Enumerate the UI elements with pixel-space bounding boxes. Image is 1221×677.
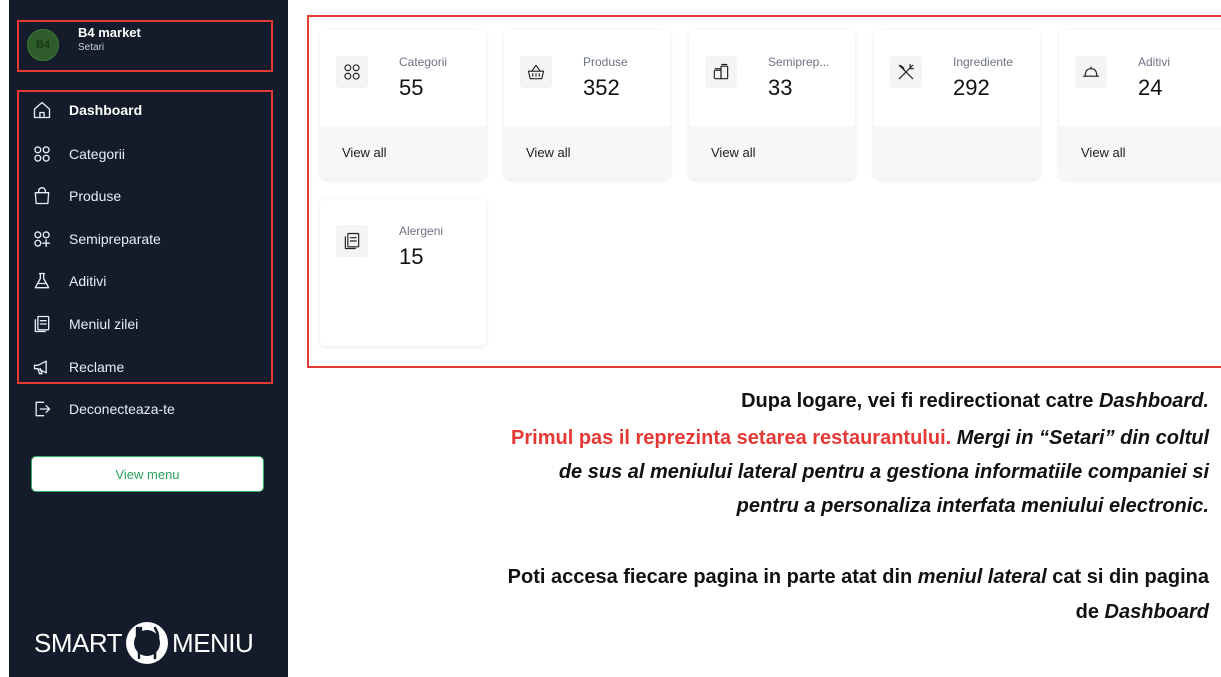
- avatar[interactable]: B4: [27, 29, 59, 61]
- instruction-line: pentru a personaliza interfata meniului …: [309, 491, 1209, 522]
- card-ingrediente: Ingrediente 292: [874, 30, 1040, 179]
- instruction-line: de Dashboard: [309, 597, 1209, 628]
- text-segment: Mergi in “Setari” din coltul: [956, 427, 1209, 449]
- cloche-icon: [1075, 56, 1107, 88]
- flask-icon: [31, 270, 53, 292]
- card-semipreparate: Semiprep... 33 View all: [689, 30, 855, 179]
- text-segment: Primul pas il reprezinta setarea restaur…: [511, 427, 957, 449]
- card-value: 292: [953, 75, 990, 100]
- text-segment: pentru a personaliza interfata meniului …: [736, 495, 1209, 517]
- sidebar-item-label: Produse: [69, 188, 122, 204]
- text-segment: de: [1075, 601, 1105, 623]
- view-all-link[interactable]: View all: [1059, 126, 1221, 179]
- card-value: 55: [399, 75, 424, 100]
- card-label: Categorii: [399, 55, 448, 69]
- grid-plus-icon: [31, 228, 53, 250]
- sidebar-item-label: Categorii: [69, 146, 126, 162]
- sidebar-item-produse[interactable]: Produse: [31, 182, 261, 210]
- card-label: Aditivi: [1138, 55, 1171, 69]
- sidebar-item-semipreparate[interactable]: Semipreparate: [31, 225, 261, 253]
- bag-icon: [31, 185, 53, 207]
- settings-link[interactable]: Setari: [78, 42, 104, 53]
- megaphone-icon: [31, 356, 53, 378]
- sidebar-item-label: Meniul zilei: [69, 316, 139, 332]
- card-alergeni: Alergeni 15: [320, 199, 486, 346]
- logout-label: Deconecteaza-te: [69, 401, 175, 417]
- view-menu-button[interactable]: View menu: [31, 456, 264, 492]
- utensils-icon: [890, 56, 922, 88]
- instruction-line: de sus al meniului lateral pentru a gest…: [309, 457, 1209, 488]
- card-top: [320, 199, 486, 346]
- view-all-link[interactable]: View all: [504, 126, 670, 179]
- logo: SMART MENIU: [34, 618, 254, 668]
- jars-icon: [705, 56, 737, 88]
- card-value: 24: [1138, 75, 1163, 100]
- card-aditivi: Aditivi 24 View all: [1059, 30, 1221, 179]
- grid-icon: [31, 143, 53, 165]
- logout-button[interactable]: Deconecteaza-te: [31, 395, 261, 423]
- sidebar-item-label: Reclame: [69, 359, 125, 375]
- plate-cutlery-icon: [126, 622, 169, 664]
- card-footer: [874, 126, 1040, 179]
- text-segment: Dashboard.: [1098, 390, 1209, 412]
- brand-name[interactable]: B4 market: [78, 25, 141, 40]
- text-segment: Dashboard: [1104, 601, 1209, 623]
- home-icon: [31, 99, 53, 121]
- text-segment: meniul lateral: [917, 566, 1047, 588]
- card-label: Ingrediente: [953, 55, 1014, 69]
- basket-icon: [520, 56, 552, 88]
- logo-text-right: MENIU: [172, 627, 254, 658]
- logout-icon: [31, 398, 53, 420]
- card-label: Semiprep...: [768, 55, 830, 69]
- card-value: 352: [583, 75, 620, 100]
- instruction-line: Poti accesa fiecare pagina in parte atat…: [309, 562, 1209, 593]
- text-segment: Dupa logare, vei fi redirectionat catre: [741, 390, 1099, 412]
- card-value: 33: [768, 75, 793, 100]
- sidebar-item-label: Dashboard: [69, 102, 143, 118]
- sidebar-item-label: Semipreparate: [69, 231, 161, 247]
- sidebar-item-categorii[interactable]: Categorii: [31, 140, 261, 168]
- card-value: 15: [399, 244, 424, 269]
- clipboard-icon: [336, 225, 368, 257]
- card-label: Produse: [583, 55, 628, 69]
- sidebar-item-dashboard[interactable]: Dashboard: [31, 96, 261, 124]
- text-segment: cat si din pagina: [1046, 566, 1209, 588]
- sidebar-item-reclame[interactable]: Reclame: [31, 353, 261, 381]
- card-produse: Produse 352 View all: [504, 30, 670, 179]
- grid-icon: [336, 56, 368, 88]
- view-all-link[interactable]: View all: [320, 126, 486, 179]
- sidebar-item-meniul-zilei[interactable]: Meniul zilei: [31, 310, 261, 338]
- sidebar-item-aditivi[interactable]: Aditivi: [31, 267, 261, 295]
- clipboard-icon: [31, 313, 53, 335]
- instruction-line: Dupa logare, vei fi redirectionat catre …: [309, 386, 1209, 417]
- text-segment: Poti accesa fiecare pagina in parte atat…: [507, 566, 918, 588]
- card-categorii: Categorii 55 View all: [320, 30, 486, 179]
- text-segment: de sus al meniului lateral pentru a gest…: [558, 461, 1209, 483]
- view-all-link[interactable]: View all: [689, 126, 855, 179]
- logo-text-left: SMART: [34, 627, 123, 658]
- card-label: Alergeni: [399, 224, 444, 238]
- instruction-line: Primul pas il reprezinta setarea restaur…: [309, 423, 1209, 454]
- sidebar-item-label: Aditivi: [69, 273, 107, 289]
